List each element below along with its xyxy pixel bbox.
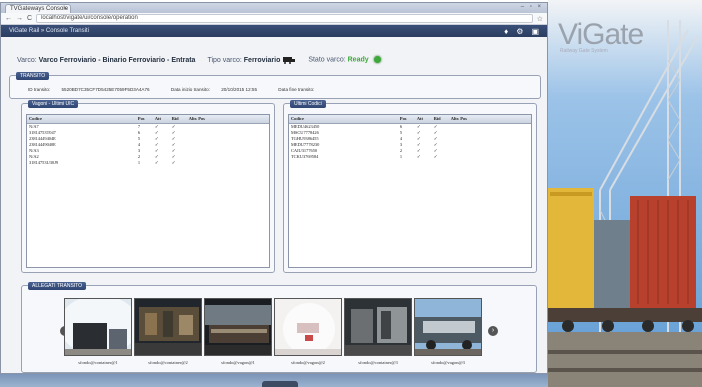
- table-cell: ✓: [154, 159, 159, 165]
- wagons-panel: Vagoni - Ultimi UIC Codice Pos Att Rid A…: [21, 100, 275, 273]
- codes-panel: Ultimi Codici Codice Pos Att Rid Altr. P…: [283, 100, 537, 273]
- transit-end-label: Data fine transito:: [278, 87, 315, 92]
- browser-window: TVGateways Console × – ▫ × ← → C localho…: [0, 2, 548, 374]
- container-photo: [64, 298, 132, 356]
- table-cell: ✓: [433, 153, 438, 159]
- attachment-thumbnail[interactable]: sfondo@vagon@2: [274, 298, 342, 373]
- table-cell: [449, 154, 531, 160]
- attachments-panel: ALLEGATI TRANSITO ‹ sfondo@container@1 s…: [21, 282, 537, 373]
- codes-table-body: MEDU4623450 6 ✓ ✓ MSCU7778426 5 ✓ ✓ TGHU9386455 4…: [289, 123, 531, 160]
- type-label: Tipo varco:: [207, 56, 242, 64]
- gate-info: Varco: Varco Ferroviario - Binario Ferro…: [17, 57, 195, 64]
- transit-id-label: ID transito:: [28, 87, 51, 92]
- tab-bar: TVGateways Console × – ▫ ×: [1, 3, 547, 13]
- attachment-thumbnail[interactable]: sfondo@container@2: [134, 298, 202, 373]
- transit-panel: TRANSITO ID transito: 5520BD7C35CF7D5425…: [9, 72, 541, 99]
- attachment-caption: sfondo@vagon@1: [221, 360, 255, 365]
- column-header[interactable]: Altr. Pos: [448, 115, 531, 124]
- train-icon: [283, 57, 296, 64]
- app-header: ViGate Rail » Console Transiti ♦ ⚙ ▣: [1, 25, 547, 37]
- browser-tab[interactable]: TVGateways Console ×: [5, 4, 71, 13]
- state-value: Ready: [347, 56, 369, 64]
- attachment-thumbnail[interactable]: sfondo@vagon@3: [414, 298, 482, 373]
- column-header[interactable]: Codice: [289, 115, 398, 124]
- type-value: Ferroviario: [243, 56, 281, 64]
- wagons-table: Codice Pos Att Rid Altr. Pos N/A7 7 ✓ ✓ 3181…: [27, 115, 269, 166]
- table-cell: TCKU3769584: [291, 153, 319, 159]
- wagon-photo: [204, 298, 272, 356]
- address-bar: ← → C localhost/vigate/ui/console/operat…: [1, 13, 547, 25]
- wagons-table-body: N/A7 7 ✓ ✓ 31814753T047 6 ✓ ✓ 23814449404E 5 ✓ ✓ 238…: [27, 123, 269, 166]
- attachment-caption: sfondo@vagon@2: [291, 360, 325, 365]
- table-row[interactable]: TCKU3769584 1 ✓ ✓: [289, 154, 531, 160]
- settings-icon[interactable]: ⚙: [516, 27, 523, 36]
- container-photo: [134, 298, 202, 356]
- table-cell: [187, 160, 269, 166]
- close-icon[interactable]: ×: [63, 5, 67, 13]
- attachment-thumbnail[interactable]: sfondo@container@1: [64, 298, 132, 373]
- table-header-row: Codice Pos Att Rid Altr. Pos: [289, 115, 531, 124]
- column-header[interactable]: Rid: [169, 115, 187, 124]
- attachments-panel-title: ALLEGATI TRANSITO: [28, 282, 87, 290]
- codes-table: Codice Pos Att Rid Altr. Pos MEDU4623450…: [289, 115, 531, 160]
- table-cell: ✓: [416, 153, 421, 159]
- container-photo: [344, 298, 412, 356]
- wagons-panel-title: Vagoni - Ultimi UIC: [28, 100, 79, 108]
- wagons-table-container[interactable]: Codice Pos Att Rid Altr. Pos N/A7 7 ✓ ✓ 3181…: [26, 114, 270, 268]
- column-header[interactable]: Pos: [135, 115, 153, 124]
- wagon-photo: [414, 298, 482, 356]
- gate-state: Stato varco: Ready: [308, 56, 381, 64]
- table-cell: 1: [399, 153, 403, 159]
- url-input[interactable]: localhost/vigate/ui/console/operation: [36, 14, 533, 23]
- next-arrow-icon[interactable]: ›: [488, 326, 498, 336]
- transit-id-value: 5520BD7C35CF7D5425E7059F5D3A4A76: [61, 87, 150, 92]
- logout-icon[interactable]: ▣: [531, 27, 539, 36]
- attachment-caption: sfondo@container@3: [358, 360, 398, 365]
- reload-icon[interactable]: C: [27, 15, 32, 22]
- table-cell: 1: [137, 159, 141, 165]
- attachment-thumbnail[interactable]: sfondo@container@3: [344, 298, 412, 373]
- forward-icon[interactable]: →: [16, 15, 23, 22]
- user-icon[interactable]: ♦: [504, 27, 508, 36]
- state-label: Stato varco:: [308, 56, 346, 64]
- transit-panel-title: TRANSITO: [16, 72, 50, 80]
- attachment-caption: sfondo@container@1: [78, 360, 118, 365]
- transit-start-value: 20/10/2015 12:55: [221, 87, 258, 92]
- vigate-logo: ViGate Railway Gate System: [558, 18, 644, 54]
- codes-panel-title: Ultimi Codici: [290, 100, 326, 108]
- status-indicator-icon: [373, 56, 381, 64]
- gate-label: Varco:: [17, 56, 37, 64]
- table-header-row: Codice Pos Att Rid Altr. Pos: [27, 115, 269, 124]
- attachment-thumbnail[interactable]: sfondo@vagon@1: [204, 298, 272, 373]
- column-header[interactable]: Codice: [27, 115, 136, 124]
- transit-start-label: Data inizio transito:: [170, 87, 210, 92]
- column-header[interactable]: Rid: [431, 115, 449, 124]
- gate-photo: ViGate Railway Gate System: [548, 0, 702, 387]
- transit-details: ID transito: 5520BD7C35CF7D5425E7059F5D3…: [28, 87, 344, 92]
- column-header[interactable]: Att: [414, 115, 432, 124]
- window-controls[interactable]: – ▫ ×: [521, 4, 543, 10]
- column-header[interactable]: Att: [152, 115, 170, 124]
- gate-type: Tipo varco: Ferroviario: [207, 56, 296, 64]
- logo-text: ViGate: [558, 18, 644, 51]
- table-cell: ✓: [171, 159, 176, 165]
- column-header[interactable]: Pos: [397, 115, 415, 124]
- wagon-photo: [274, 298, 342, 356]
- codes-table-container[interactable]: Codice Pos Att Rid Altr. Pos MEDU4623450…: [288, 114, 532, 268]
- railway-gate-illustration: [548, 0, 702, 387]
- column-header[interactable]: Altr. Pos: [186, 115, 269, 124]
- tab-title: TVGateways Console: [10, 6, 69, 12]
- star-icon[interactable]: ☆: [537, 15, 543, 23]
- table-row[interactable]: 31814753U30J9 1 ✓ ✓: [27, 160, 269, 166]
- attachments-gallery: sfondo@container@1 sfondo@container@2 sf…: [64, 298, 484, 372]
- app-breadcrumb: ViGate Rail » Console Transiti: [9, 28, 89, 34]
- gate-info-bar: Varco: Varco Ferroviario - Binario Ferro…: [17, 53, 539, 67]
- taskbar-button[interactable]: [262, 381, 298, 387]
- attachment-caption: sfondo@container@2: [148, 360, 188, 365]
- gate-value: Varco Ferroviario - Binario Ferroviario …: [38, 56, 196, 64]
- attachment-caption: sfondo@vagon@3: [431, 360, 465, 365]
- back-icon[interactable]: ←: [5, 15, 12, 22]
- table-cell: 31814753U30J9: [29, 159, 59, 165]
